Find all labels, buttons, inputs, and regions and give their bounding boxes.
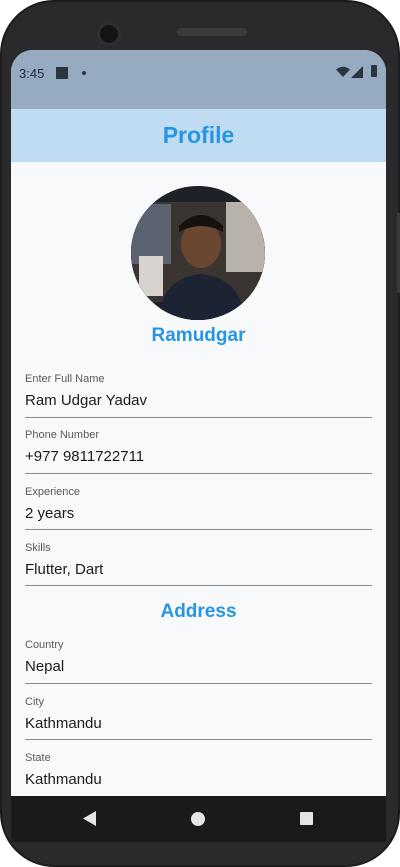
device-frame: 3:45 Profile Ramudgar Enter Full Name Ra… xyxy=(0,0,400,867)
country-field[interactable]: Country Nepal xyxy=(25,638,372,684)
full-name-value: Ram Udgar Yadav xyxy=(25,392,148,409)
notification-square-icon xyxy=(56,67,68,79)
signal-icon xyxy=(351,66,363,78)
skills-label: Skills xyxy=(25,542,51,554)
state-label: State xyxy=(25,752,51,764)
username: Ramudgar xyxy=(151,325,246,346)
dot-icon xyxy=(82,71,86,75)
screen: 3:45 Profile Ramudgar Enter Full Name Ra… xyxy=(11,50,386,796)
address-section-title: Address xyxy=(160,601,237,622)
battery-icon xyxy=(371,65,377,77)
status-bar: 3:45 xyxy=(11,50,386,109)
state-field[interactable]: State Kathmandu xyxy=(25,751,372,796)
app-bar: Profile xyxy=(11,109,386,162)
experience-value: 2 years xyxy=(25,505,75,522)
skills-value: Flutter, Dart xyxy=(25,561,104,578)
experience-label: Experience xyxy=(25,486,81,498)
phone-number-field[interactable]: Phone Number +977 9811722711 xyxy=(25,428,372,474)
page-title: Profile xyxy=(162,122,235,148)
phone-number-label: Phone Number xyxy=(25,429,99,441)
country-label: Country xyxy=(25,639,64,651)
full-name-field[interactable]: Enter Full Name Ram Udgar Yadav xyxy=(25,372,372,418)
city-value: Kathmandu xyxy=(25,715,102,732)
avatar[interactable] xyxy=(131,186,265,320)
country-value: Nepal xyxy=(25,658,65,675)
earpiece-speaker xyxy=(177,28,247,36)
city-field[interactable]: City Kathmandu xyxy=(25,695,372,740)
navigation-bar xyxy=(11,796,386,842)
skills-field[interactable]: Skills Flutter, Dart xyxy=(25,541,372,586)
home-icon[interactable] xyxy=(191,812,205,826)
back-icon[interactable] xyxy=(83,811,96,826)
front-camera xyxy=(97,22,121,46)
phone-number-value: +977 9811722711 xyxy=(25,448,145,465)
wifi-icon xyxy=(336,66,350,77)
experience-field[interactable]: Experience 2 years xyxy=(25,485,372,530)
recents-icon[interactable] xyxy=(300,812,313,825)
status-time: 3:45 xyxy=(19,66,45,81)
full-name-label: Enter Full Name xyxy=(25,373,105,385)
state-value: Kathmandu xyxy=(25,771,102,788)
avatar-photo xyxy=(131,186,265,320)
city-label: City xyxy=(25,696,44,708)
